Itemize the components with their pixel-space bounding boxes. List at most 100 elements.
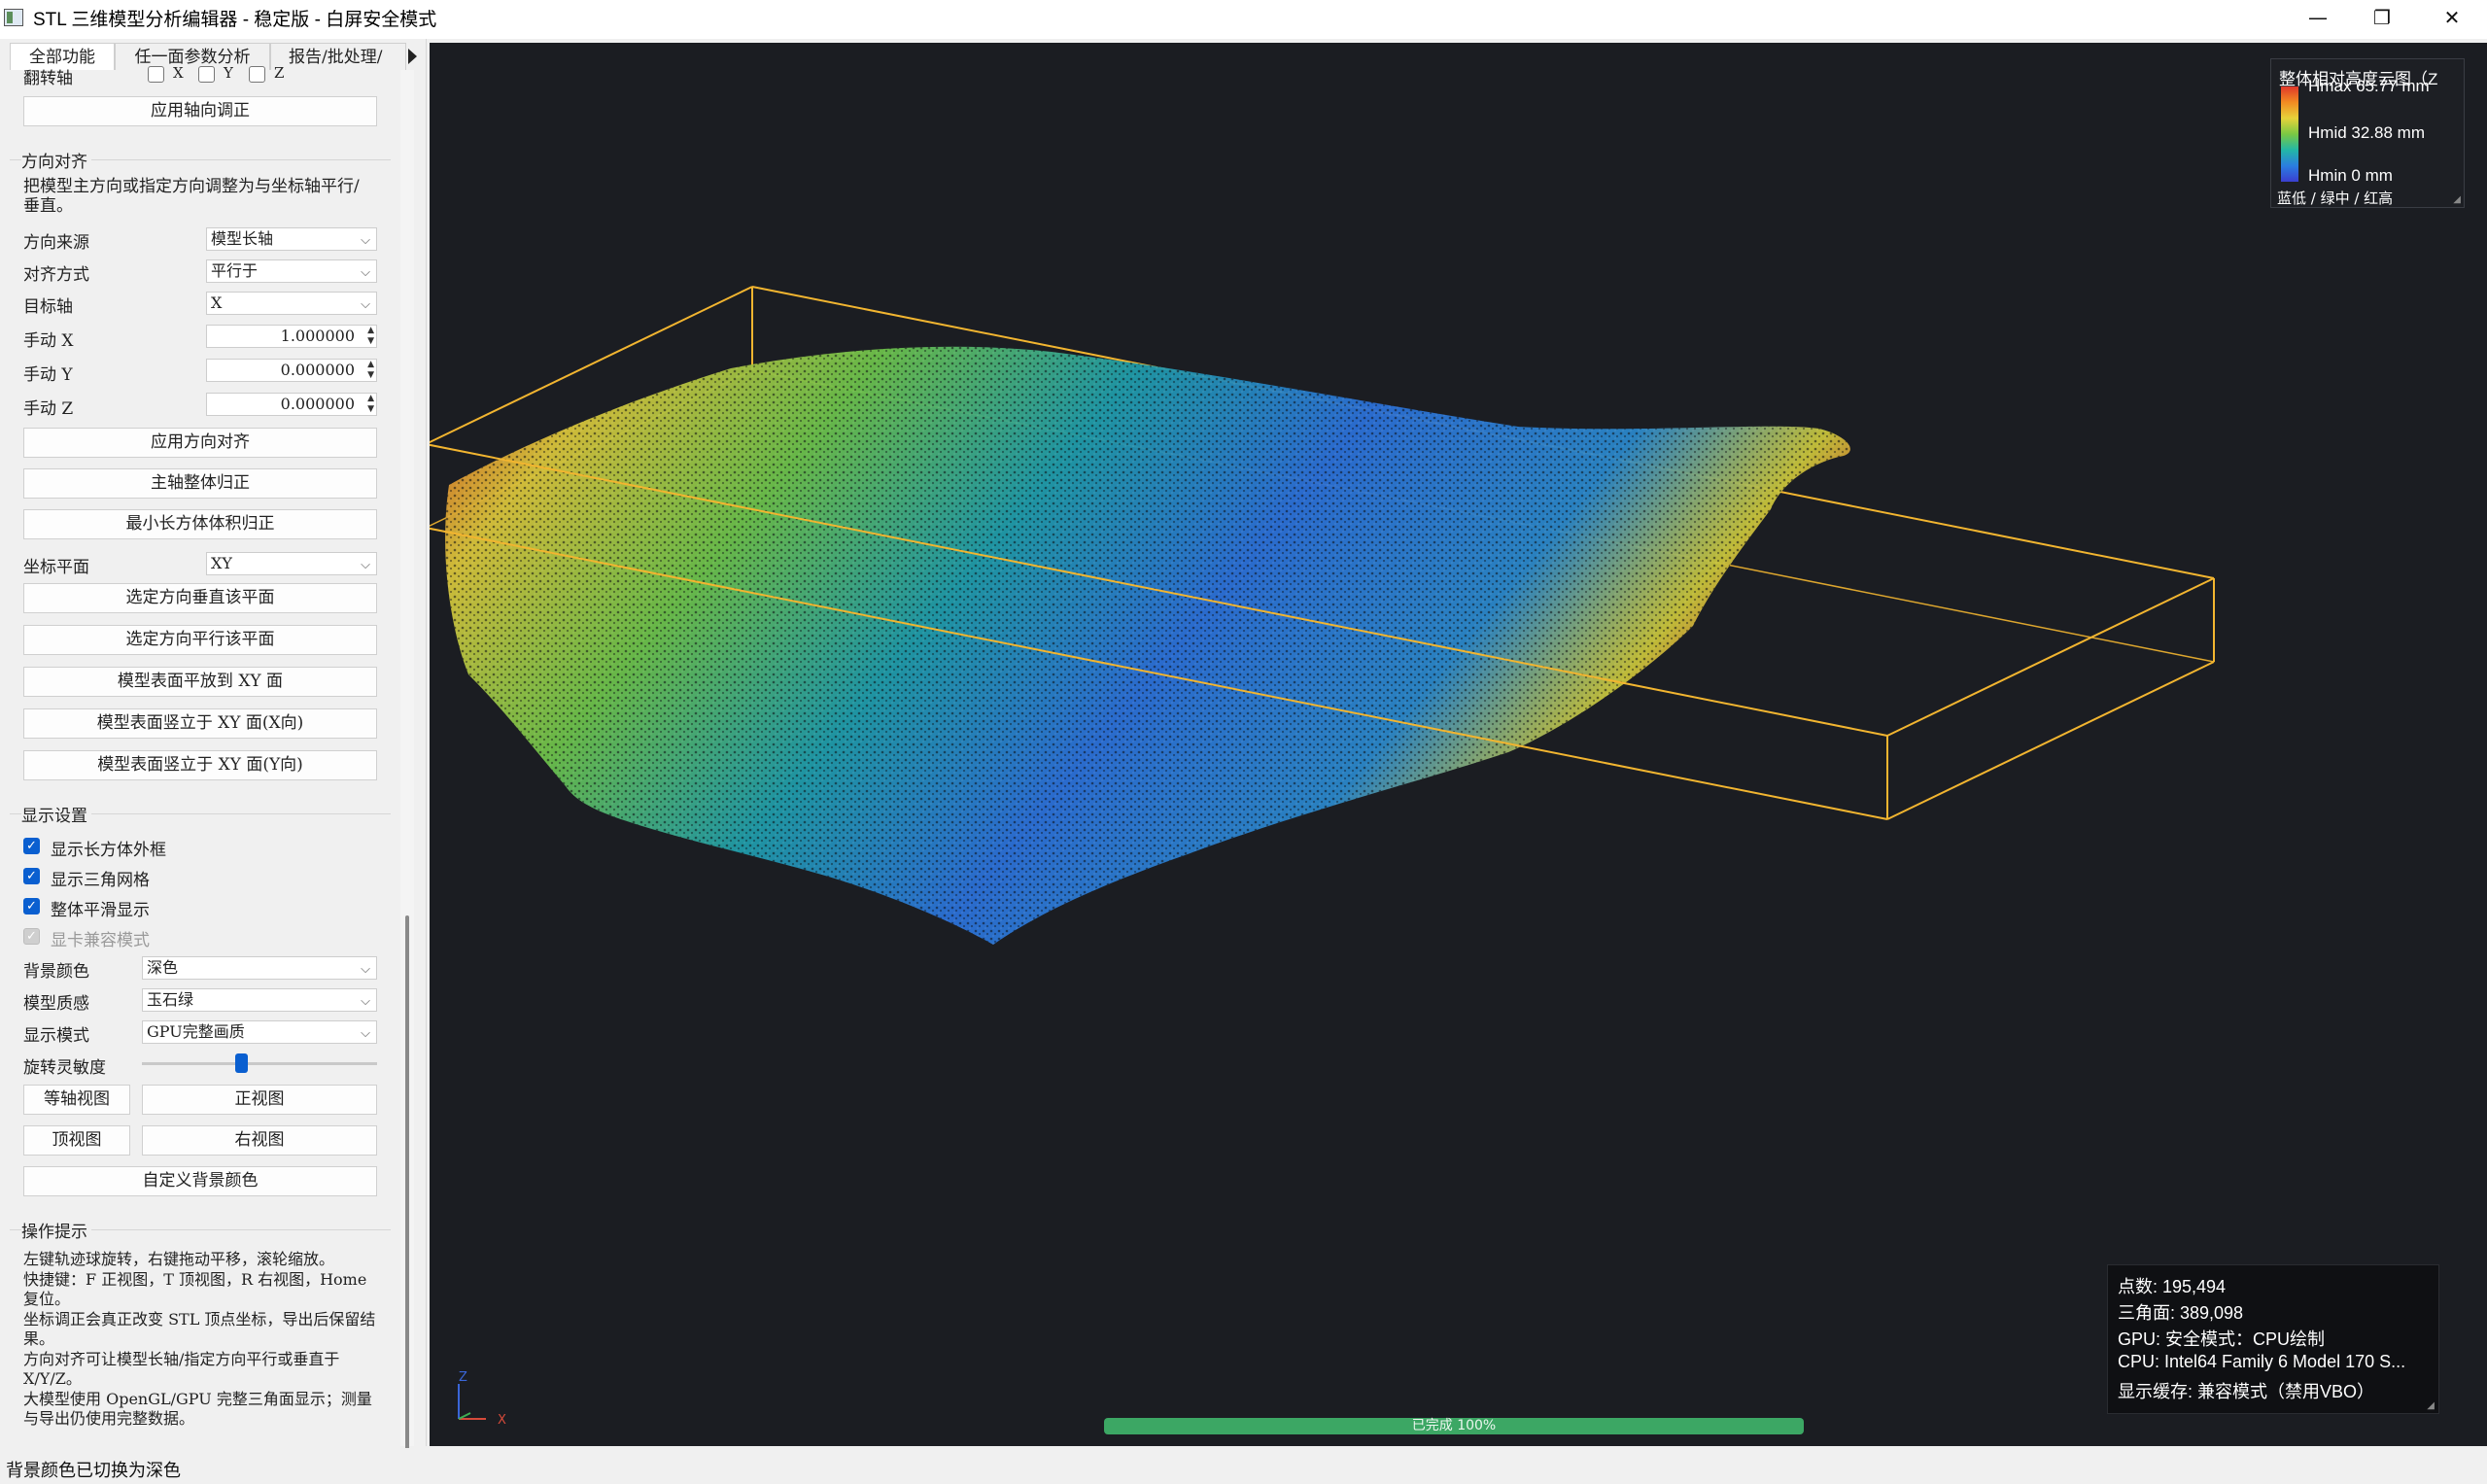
info-points: 点数: 195,494 [2118, 1277, 2227, 1296]
manual-x-spinbox[interactable]: 1.000000 ▲ ▼ [206, 325, 377, 348]
3d-viewport[interactable]: Z X [430, 43, 2487, 1446]
stand-y-button[interactable]: 模型表面竖立于 XY 面(Y向) [23, 750, 377, 780]
axis-z-label: Z [459, 1370, 467, 1385]
smooth-label: 整体平滑显示 [51, 901, 150, 920]
restore-button[interactable]: ❐ [2350, 0, 2414, 35]
direction-source-value: 模型长轴 [211, 229, 274, 248]
resize-grip-icon[interactable]: ◢ [2427, 1400, 2435, 1411]
height-legend[interactable]: 整体相对高度云图（Z Hmax 65.77 mm Hmid 32.88 mm H… [2270, 58, 2465, 208]
front-view-button[interactable]: 正视图 [142, 1085, 377, 1115]
target-axis-value: X [211, 293, 223, 312]
flip-x-checkbox[interactable] [148, 66, 164, 83]
flip-x-label: X [173, 64, 184, 82]
tab-scroll-right-icon[interactable] [408, 49, 417, 64]
sensitivity-slider-track[interactable] [142, 1062, 377, 1065]
render-mode-select[interactable]: GPU完整画质 ⌵ [142, 1020, 377, 1044]
chevron-down-icon: ⌵ [361, 1026, 370, 1041]
show-mesh-checkbox[interactable]: ✓ [23, 868, 40, 884]
resize-grip-icon[interactable]: ◢ [2453, 194, 2461, 205]
render-mode-label: 显示模式 [23, 1026, 89, 1046]
title-bar: STL 三维模型分析编辑器 - 稳定版 - 白屏安全模式 — ❐ ✕ [0, 0, 2487, 39]
manual-x-value: 1.000000 [280, 327, 355, 345]
flip-z-label: Z [274, 64, 285, 82]
legend-hmax: Hmax 65.77 mm [2308, 77, 2430, 95]
close-button[interactable]: ✕ [2420, 0, 2484, 35]
show-mesh-label: 显示三角网格 [51, 871, 150, 890]
stand-x-button[interactable]: 模型表面竖立于 XY 面(X向) [23, 708, 377, 739]
legend-footer: 蓝低 / 绿中 / 红高 [2277, 190, 2394, 207]
flip-y-checkbox[interactable] [198, 66, 215, 83]
chevron-down-icon: ⌵ [361, 962, 370, 977]
info-cache: 显示缓存: 兼容模式（禁用VBO） [2118, 1382, 2375, 1401]
perpendicular-plane-button[interactable]: 选定方向垂直该平面 [23, 583, 377, 613]
info-panel[interactable]: 点数: 195,494 三角面: 389,098 GPU: 安全模式：CPU绘制… [2107, 1264, 2439, 1414]
direction-align-description: 把模型主方向或指定方向调整为与坐标轴平行/垂直。 [23, 177, 360, 216]
render-mode-value: GPU完整画质 [147, 1022, 245, 1041]
target-axis-label: 目标轴 [23, 297, 73, 317]
tab-report-batch[interactable]: 报告/批处理/ [270, 43, 406, 70]
display-settings-title: 显示设置 [21, 802, 91, 826]
tip-line: 大模型使用 OpenGL/GPU 完整三角面显示；测量与导出仍使用完整数据。 [23, 1389, 372, 1429]
point-cloud-scene[interactable] [430, 43, 2487, 1446]
legend-hmid: Hmid 32.88 mm [2308, 123, 2425, 142]
show-bbox-label: 显示长方体外框 [51, 841, 166, 860]
apply-axis-button[interactable]: 应用轴向调正 [23, 96, 377, 126]
main-axis-normalize-button[interactable]: 主轴整体归正 [23, 468, 377, 499]
info-cpu: CPU: Intel64 Family 6 Model 170 S... [2118, 1352, 2406, 1371]
spin-arrows-icon[interactable]: ▲ ▼ [367, 326, 374, 347]
material-value: 玉石绿 [147, 990, 194, 1009]
progress-bar: 已完成 100% [1104, 1418, 1804, 1434]
compat-label: 显卡兼容模式 [51, 931, 150, 950]
bg-color-label: 背景颜色 [23, 962, 89, 982]
flip-axis-label: 翻转轴 [23, 69, 73, 88]
legend-hmin: Hmin 0 mm [2308, 166, 2393, 185]
align-mode-value: 平行于 [211, 261, 259, 280]
manual-y-label: 手动 Y [23, 365, 73, 385]
scrollbar-thumb[interactable] [405, 915, 409, 1460]
coord-plane-value: XY [211, 554, 232, 572]
tips-text: 左键轨迹球旋转，右键拖动平移，滚轮缩放。 快捷键：F 正视图，T 顶视图，R 右… [23, 1250, 383, 1430]
chevron-down-icon: ⌵ [361, 558, 370, 572]
right-view-button[interactable]: 右视图 [142, 1125, 377, 1156]
panel-scrollbar[interactable] [400, 70, 414, 1460]
bg-color-select[interactable]: 深色 ⌵ [142, 956, 377, 980]
manual-y-value: 0.000000 [280, 361, 355, 379]
align-mode-label: 对齐方式 [23, 265, 89, 285]
min-box-normalize-button[interactable]: 最小长方体体积归正 [23, 509, 377, 539]
tip-line: 坐标调正会真正改变 STL 顶点坐标，导出后保留结果。 [23, 1309, 376, 1349]
flip-z-checkbox[interactable] [249, 66, 265, 83]
spin-arrows-icon[interactable]: ▲ ▼ [367, 394, 374, 415]
compat-checkbox: ✓ [23, 928, 40, 945]
apply-direction-button[interactable]: 应用方向对齐 [23, 428, 377, 458]
top-view-button[interactable]: 顶视图 [23, 1125, 130, 1156]
target-axis-select[interactable]: X ⌵ [206, 292, 377, 315]
parallel-plane-button[interactable]: 选定方向平行该平面 [23, 625, 377, 655]
info-triangles: 三角面: 389,098 [2118, 1303, 2244, 1323]
flat-xy-button[interactable]: 模型表面平放到 XY 面 [23, 667, 377, 697]
smooth-checkbox[interactable]: ✓ [23, 898, 40, 915]
custom-bg-color-button[interactable]: 自定义背景颜色 [23, 1166, 377, 1196]
manual-z-spinbox[interactable]: 0.000000 ▲ ▼ [206, 393, 377, 416]
minimize-button[interactable]: — [2286, 0, 2350, 35]
manual-y-spinbox[interactable]: 0.000000 ▲ ▼ [206, 359, 377, 382]
iso-view-button[interactable]: 等轴视图 [23, 1085, 130, 1115]
coord-plane-select[interactable]: XY ⌵ [206, 552, 377, 575]
status-bar: 背景颜色已切换为深色 [0, 1448, 2487, 1484]
show-bbox-checkbox[interactable]: ✓ [23, 838, 40, 854]
direction-source-select[interactable]: 模型长轴 ⌵ [206, 227, 377, 251]
material-select[interactable]: 玉石绿 ⌵ [142, 988, 377, 1012]
axis-x-label: X [498, 1413, 506, 1428]
material-label: 模型质感 [23, 994, 89, 1014]
spin-arrows-icon[interactable]: ▲ ▼ [367, 360, 374, 381]
align-mode-select[interactable]: 平行于 ⌵ [206, 259, 377, 283]
axis-triad [458, 1384, 486, 1420]
status-text: 背景颜色已切换为深色 [6, 1461, 181, 1481]
chevron-down-icon: ⌵ [361, 265, 370, 280]
chevron-down-icon: ⌵ [361, 994, 370, 1009]
manual-z-value: 0.000000 [280, 395, 355, 413]
left-panel: 全部功能 任一面参数分析 报告/批处理/ 翻转轴 X Y Z 应用轴向调正 方向… [0, 39, 427, 1460]
sensitivity-slider-handle[interactable] [235, 1053, 248, 1073]
direction-align-title: 方向对齐 [21, 148, 91, 172]
tab-face-analysis[interactable]: 任一面参数分析 [115, 43, 270, 70]
point-cloud-surface [445, 346, 1850, 945]
